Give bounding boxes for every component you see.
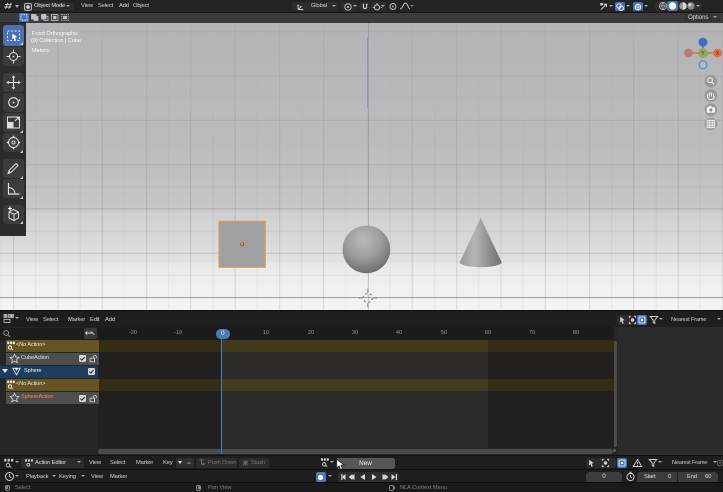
svg-text:Y: Y — [701, 51, 705, 57]
svg-text:X: X — [716, 51, 720, 57]
